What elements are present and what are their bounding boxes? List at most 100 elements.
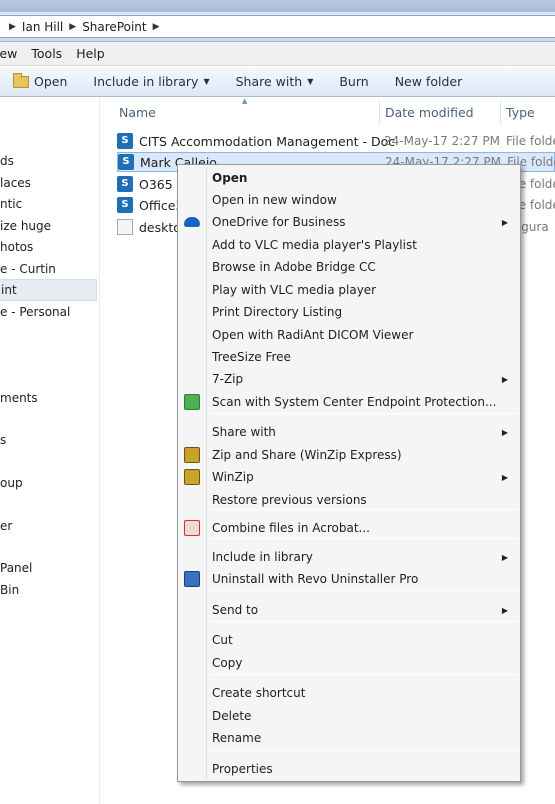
context-menu-item-label: Delete bbox=[212, 709, 252, 723]
onedrive-cloud-icon bbox=[184, 217, 200, 227]
context-menu-item-label: Scan with System Center Endpoint Protect… bbox=[212, 395, 497, 409]
burn-button[interactable]: Burn bbox=[326, 67, 381, 96]
context-menu-item[interactable]: Open with RadiAnt DICOM Viewer bbox=[180, 324, 518, 346]
context-menu-item[interactable]: Properties bbox=[180, 758, 518, 780]
nav-item[interactable]: s bbox=[0, 433, 6, 447]
breadcrumb-segment-ian-hill[interactable]: Ian Hill bbox=[22, 20, 63, 34]
breadcrumb[interactable]: ▶ Ian Hill ▶ SharePoint ▶ bbox=[0, 15, 555, 38]
endpoint-protection-icon bbox=[184, 394, 200, 410]
menu-separator bbox=[209, 750, 518, 751]
nav-item[interactable]: ds bbox=[0, 154, 14, 168]
context-menu-item[interactable]: Browse in Adobe Bridge CC bbox=[180, 256, 518, 278]
open-button[interactable]: Open bbox=[0, 67, 80, 96]
menu-bar: iew Tools Help bbox=[0, 42, 555, 66]
winzip-icon bbox=[184, 447, 200, 463]
context-menu-item-label: Combine files in Acrobat... bbox=[212, 521, 370, 535]
file-name: CITS Accommodation Management - Doc bbox=[139, 133, 396, 149]
context-menu-item[interactable]: WinZip ▶ bbox=[180, 466, 518, 488]
nav-item[interactable]: er bbox=[0, 519, 12, 533]
nav-item[interactable]: laces bbox=[0, 176, 31, 190]
column-header-name[interactable]: Name bbox=[119, 101, 156, 123]
include-in-library-button[interactable]: Include in library ▼ bbox=[80, 67, 222, 96]
context-menu-item[interactable]: Combine files in Acrobat... bbox=[180, 517, 518, 539]
context-menu-item[interactable]: Copy bbox=[180, 652, 518, 674]
context-menu-item-label: Uninstall with Revo Uninstaller Pro bbox=[212, 572, 419, 586]
nav-item[interactable]: Bin bbox=[0, 583, 19, 597]
window-titlebar bbox=[0, 0, 555, 12]
breadcrumb-segment-sharepoint[interactable]: SharePoint bbox=[82, 20, 146, 34]
context-menu-item-label: Properties bbox=[212, 762, 273, 776]
context-menu-item-label: TreeSize Free bbox=[212, 350, 291, 364]
dropdown-caret-icon: ▼ bbox=[307, 77, 314, 86]
share-with-label: Share with bbox=[235, 74, 303, 89]
context-menu-item[interactable]: Restore previous versions bbox=[180, 489, 518, 511]
sharepoint-icon: S bbox=[117, 197, 133, 213]
submenu-arrow-icon: ▶ bbox=[501, 374, 508, 384]
menu-view[interactable]: iew bbox=[0, 46, 24, 61]
nav-item[interactable]: e - Personal bbox=[0, 305, 70, 319]
submenu-arrow-icon: ▶ bbox=[501, 605, 508, 615]
context-menu-item[interactable]: Send to ▶ bbox=[180, 599, 518, 621]
acrobat-icon bbox=[184, 520, 200, 536]
context-menu-item[interactable]: Uninstall with Revo Uninstaller Pro bbox=[180, 568, 518, 590]
context-menu-item[interactable]: Delete bbox=[180, 705, 518, 727]
context-menu-item[interactable]: Create shortcut bbox=[180, 682, 518, 704]
context-menu-item[interactable]: Open bbox=[180, 167, 518, 189]
file-type: File folde bbox=[506, 134, 555, 148]
address-bar[interactable]: ▶ Ian Hill ▶ SharePoint ▶ bbox=[0, 12, 555, 42]
context-menu-item-label: OneDrive for Business bbox=[212, 215, 346, 229]
context-menu-item[interactable]: Rename bbox=[180, 727, 518, 749]
context-menu-item[interactable]: Cut bbox=[180, 629, 518, 651]
context-menu-item[interactable]: OneDrive for Business ▶ bbox=[180, 211, 518, 233]
command-bar: Open Include in library ▼ Share with ▼ B… bbox=[0, 67, 555, 97]
nav-item[interactable]: ntic bbox=[0, 197, 22, 211]
list-item[interactable]: S CITS Accommodation Management - Doc 24… bbox=[117, 131, 555, 151]
nav-item[interactable]: ments bbox=[0, 391, 38, 405]
breadcrumb-chevron-icon[interactable]: ▶ bbox=[9, 22, 16, 32]
context-menu-item[interactable]: Zip and Share (WinZip Express) bbox=[180, 444, 518, 466]
column-header-date-modified[interactable]: Date modified bbox=[385, 101, 474, 123]
nav-item-selected[interactable]: int bbox=[0, 279, 97, 301]
nav-item[interactable]: e - Curtin bbox=[0, 262, 56, 276]
menu-separator bbox=[209, 509, 518, 510]
breadcrumb-chevron-icon[interactable]: ▶ bbox=[153, 22, 160, 32]
context-menu-item-label: Restore previous versions bbox=[212, 493, 367, 507]
nav-item[interactable]: ize huge bbox=[0, 219, 51, 233]
context-menu-item[interactable]: Include in library ▶ bbox=[180, 546, 518, 568]
context-menu-item[interactable]: Print Directory Listing bbox=[180, 301, 518, 323]
context-menu-item[interactable]: Scan with System Center Endpoint Protect… bbox=[180, 391, 518, 413]
context-menu-item-label: Copy bbox=[212, 656, 243, 670]
context-menu-item-label: Open with RadiAnt DICOM Viewer bbox=[212, 328, 414, 342]
burn-label: Burn bbox=[339, 74, 369, 89]
sort-ascending-icon: ▲ bbox=[242, 97, 248, 105]
new-folder-button[interactable]: New folder bbox=[382, 67, 476, 96]
sharepoint-icon: S bbox=[117, 133, 133, 149]
context-menu-item-label: Play with VLC media player bbox=[212, 283, 377, 297]
context-menu-item[interactable]: Add to VLC media player's Playlist bbox=[180, 234, 518, 256]
menu-separator bbox=[209, 621, 518, 622]
menu-separator bbox=[209, 413, 518, 414]
submenu-arrow-icon: ▶ bbox=[501, 427, 508, 437]
share-with-button[interactable]: Share with ▼ bbox=[223, 67, 327, 96]
context-menu-item[interactable]: Open in new window bbox=[180, 189, 518, 211]
breadcrumb-chevron-icon[interactable]: ▶ bbox=[69, 22, 76, 32]
column-divider[interactable] bbox=[500, 100, 501, 124]
context-menu: Open Open in new window OneDrive for Busin… bbox=[177, 164, 521, 782]
context-menu-item[interactable]: Play with VLC media player bbox=[180, 279, 518, 301]
menu-tools[interactable]: Tools bbox=[24, 46, 69, 61]
column-header-type[interactable]: Type bbox=[506, 101, 535, 123]
submenu-arrow-icon: ▶ bbox=[501, 217, 508, 227]
context-menu-item-label: WinZip bbox=[212, 470, 254, 484]
column-divider[interactable] bbox=[379, 100, 380, 124]
nav-item[interactable]: oup bbox=[0, 476, 23, 490]
context-menu-item[interactable]: Share with ▶ bbox=[180, 421, 518, 443]
menu-help[interactable]: Help bbox=[69, 46, 112, 61]
menu-separator bbox=[209, 674, 518, 675]
navigation-pane[interactable]: ds laces ntic ize huge hotos e - Curtin … bbox=[0, 97, 100, 804]
open-button-label: Open bbox=[34, 74, 68, 89]
context-menu-item[interactable]: 7-Zip ▶ bbox=[180, 368, 518, 390]
context-menu-item[interactable]: TreeSize Free bbox=[180, 346, 518, 368]
nav-item[interactable]: hotos bbox=[0, 240, 33, 254]
nav-item[interactable]: Panel bbox=[0, 561, 32, 575]
submenu-arrow-icon: ▶ bbox=[501, 552, 508, 562]
